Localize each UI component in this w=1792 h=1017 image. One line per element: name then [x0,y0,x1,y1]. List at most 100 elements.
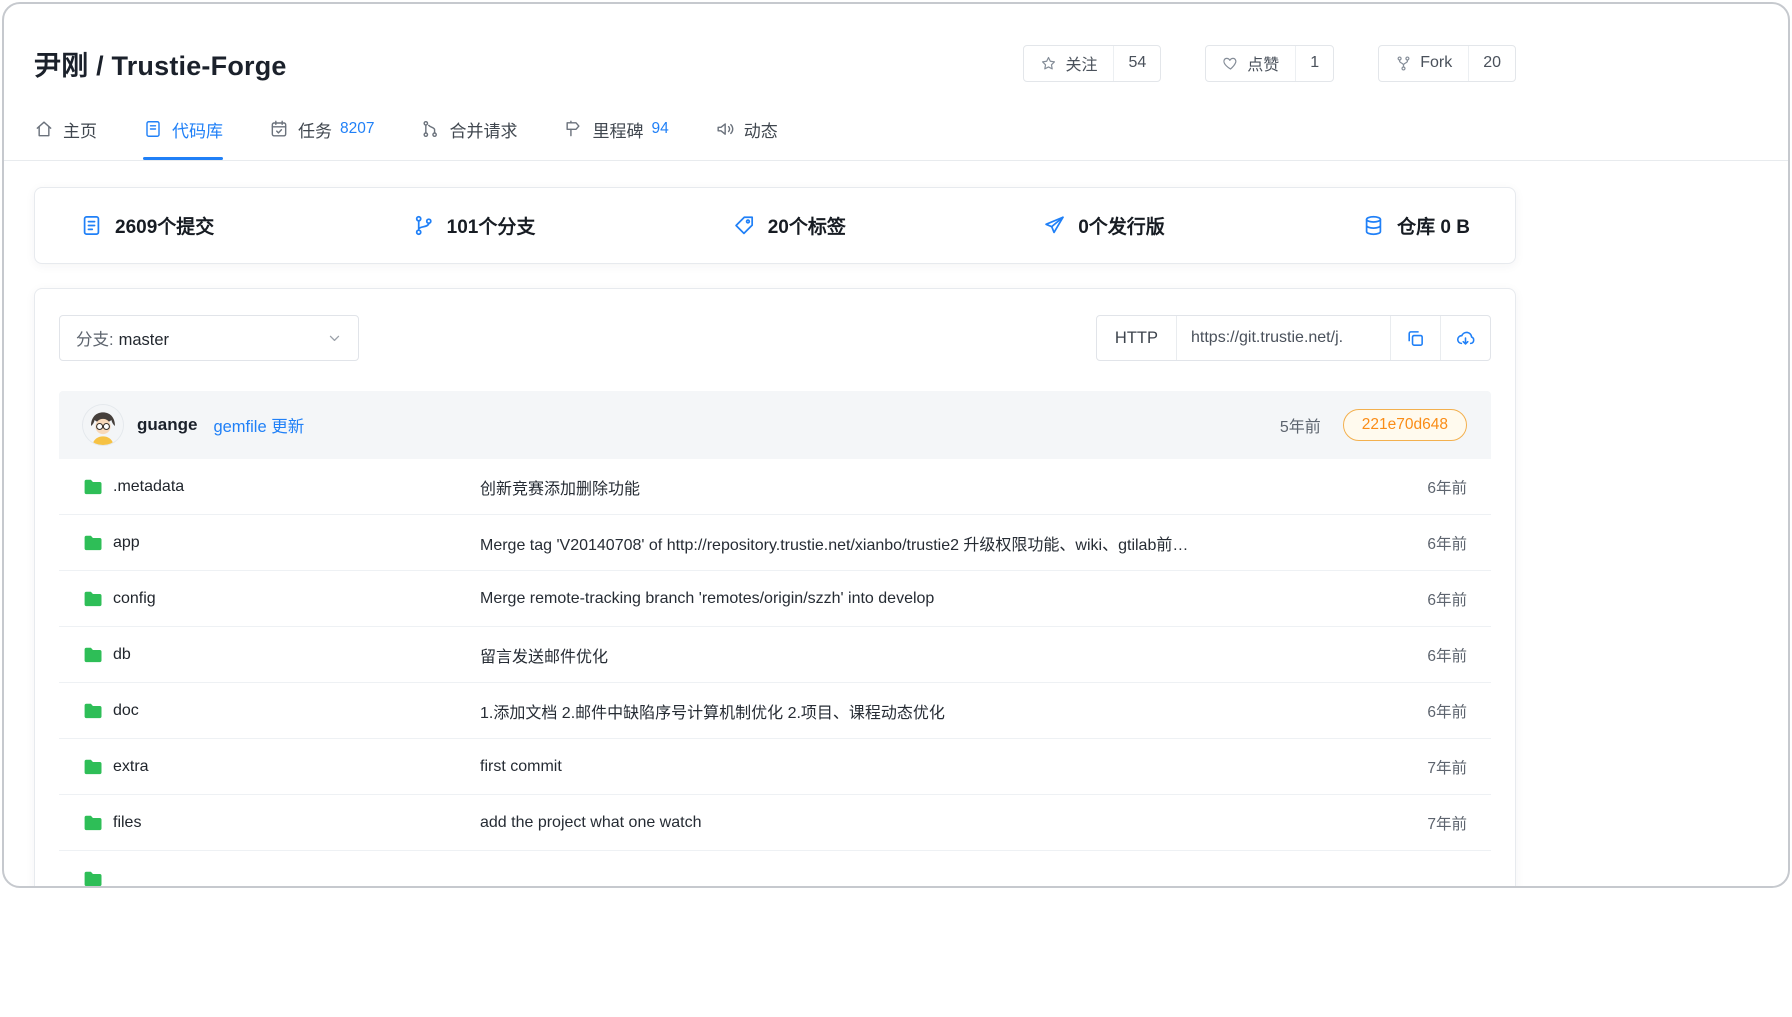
stat-branches-label: 101个分支 [447,212,536,239]
file-time: 6年前 [1377,644,1467,666]
file-name[interactable]: config [113,590,156,608]
chevron-down-icon [327,331,342,346]
file-time: 6年前 [1377,588,1467,610]
tab-tasks-label: 任务 [298,117,332,142]
download-button[interactable] [1440,316,1490,360]
tab-bar: 主页 代码库 任务 8207 合并请求 里程碑 [4,98,1788,161]
file-name[interactable]: app [113,534,140,552]
fork-count[interactable]: 20 [1468,46,1515,81]
folder-icon [83,645,103,665]
file-commit-message[interactable]: add the project what one watch [480,814,1377,832]
file-row[interactable]: db 留言发送邮件优化 6年前 [59,627,1491,683]
file-commit-message[interactable]: Merge tag 'V20140708' of http://reposito… [480,531,1377,555]
stat-commits-label: 2609个提交 [115,212,214,239]
milestone-icon [563,119,583,139]
commit-message-link[interactable]: gemfile 更新 [213,413,304,437]
stat-storage[interactable]: 仓库 0 B [1362,212,1470,239]
file-row[interactable]: files add the project what one watch 7年前 [59,795,1491,851]
praise-label: 点赞 [1247,51,1279,75]
storage-icon [1362,214,1385,237]
repo-file-card: 分支:master HTTP https://git.trustie.net/j… [34,288,1516,888]
tag-icon [733,214,756,237]
repo-icon [143,119,163,139]
fork-icon [1395,55,1412,72]
stat-tags[interactable]: 20个标签 [733,212,846,239]
folder-icon [83,757,103,777]
copy-url-button[interactable] [1390,316,1440,360]
file-commit-message[interactable]: Merge remote-tracking branch 'remotes/or… [480,590,1377,608]
tab-merge-requests[interactable]: 合并请求 [420,98,517,160]
file-commit-message[interactable]: 1.添加文档 2.邮件中缺陷序号计算机制优化 2.项目、课程动态优化 [480,699,1377,723]
stat-storage-label: 仓库 0 B [1397,212,1470,239]
file-name[interactable]: extra [113,758,149,776]
praise-count[interactable]: 1 [1295,46,1333,81]
file-time: 6年前 [1377,700,1467,722]
file-row[interactable]: doc 1.添加文档 2.邮件中缺陷序号计算机制优化 2.项目、课程动态优化 6… [59,683,1491,739]
latest-commit-bar: guange gemfile 更新 5年前 221e70d648 [59,391,1491,459]
commit-sha-badge[interactable]: 221e70d648 [1343,409,1467,441]
tab-tasks-badge: 8207 [340,120,374,138]
file-time: 6年前 [1377,476,1467,498]
repo-title: 尹刚 / Trustie-Forge [34,44,287,83]
merge-icon [420,119,440,139]
file-row[interactable]: config Merge remote-tracking branch 'rem… [59,571,1491,627]
tab-activity-label: 动态 [744,117,778,142]
commit-time: 5年前 [1280,413,1321,437]
file-commit-message[interactable]: 留言发送邮件优化 [480,643,1377,667]
file-row[interactable]: .metadata 创新竞赛添加删除功能 6年前 [59,459,1491,515]
file-time: 7年前 [1377,756,1467,778]
page-header: 尹刚 / Trustie-Forge 关注 54 点赞 1 [34,4,1516,98]
folder-icon [83,869,103,889]
tab-tasks[interactable]: 任务 8207 [269,98,374,160]
tab-repository[interactable]: 代码库 [143,98,223,160]
watch-label: 关注 [1065,51,1097,75]
fork-label: Fork [1420,54,1452,72]
clone-url-group: HTTP https://git.trustie.net/j. [1096,315,1491,361]
fork-button[interactable]: Fork 20 [1378,45,1516,82]
protocol-button[interactable]: HTTP [1097,316,1176,360]
tab-milestones-badge: 94 [651,120,668,138]
folder-icon [83,477,103,497]
stat-commits[interactable]: 2609个提交 [80,212,214,239]
folder-icon [83,701,103,721]
file-name[interactable]: files [113,814,141,832]
tab-milestones[interactable]: 里程碑 94 [563,98,668,160]
watch-button[interactable]: 关注 54 [1023,45,1161,82]
release-icon [1043,214,1066,237]
file-commit-message[interactable]: first commit [480,758,1377,776]
branch-selector[interactable]: 分支:master [59,315,359,361]
folder-icon [83,813,103,833]
tab-home[interactable]: 主页 [34,98,97,160]
file-time: 7年前 [1377,812,1467,834]
tab-milestones-label: 里程碑 [592,117,643,142]
file-name[interactable]: doc [113,702,139,720]
clone-url-field[interactable]: https://git.trustie.net/j. [1176,316,1390,360]
task-icon [269,119,289,139]
file-row[interactable]: app Merge tag 'V20140708' of http://repo… [59,515,1491,571]
stat-releases[interactable]: 0个发行版 [1043,212,1165,239]
avatar[interactable] [83,405,123,445]
file-commit-message[interactable]: 创新竞赛添加删除功能 [480,475,1377,499]
file-row-partial[interactable] [59,851,1491,888]
file-name[interactable]: db [113,646,131,664]
tab-activity[interactable]: 动态 [715,98,778,160]
praise-button[interactable]: 点赞 1 [1205,45,1334,82]
tab-merge-requests-label: 合并请求 [449,117,517,142]
stat-tags-label: 20个标签 [768,212,846,239]
commit-author[interactable]: guange [137,415,197,435]
branch-icon [412,214,435,237]
heart-icon [1222,55,1239,72]
folder-icon [83,533,103,553]
commit-icon [80,214,103,237]
watch-count[interactable]: 54 [1113,46,1160,81]
avatar-image [83,405,123,445]
branch-label: 分支: [76,331,114,349]
file-name[interactable]: .metadata [113,478,184,496]
file-row[interactable]: extra first commit 7年前 [59,739,1491,795]
stat-branches[interactable]: 101个分支 [412,212,536,239]
file-time: 6年前 [1377,532,1467,554]
repo-toolbar: 分支:master HTTP https://git.trustie.net/j… [59,315,1491,361]
activity-icon [715,119,735,139]
stat-releases-label: 0个发行版 [1078,212,1165,239]
repo-stats-card: 2609个提交 101个分支 20个标签 0个发行版 仓库 0 B [34,187,1516,264]
